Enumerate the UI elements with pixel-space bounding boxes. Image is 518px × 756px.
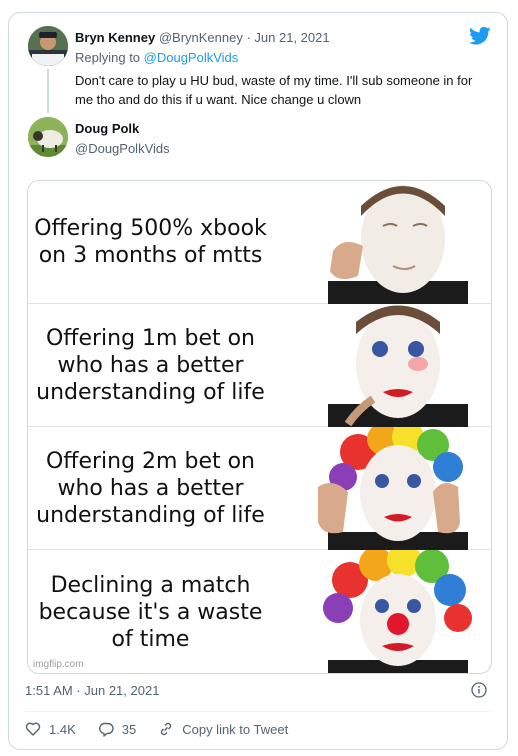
clown-stage-1-illustration (328, 185, 468, 304)
like-button[interactable]: 1.4K (25, 721, 76, 737)
divider (25, 711, 491, 712)
replying-to-prefix: Replying to (75, 50, 144, 65)
reply-tweet-text: Don't care to play u HU bud, waste of my… (75, 73, 473, 107)
reply-date[interactable]: · Jun 21, 2021 (243, 30, 329, 45)
embedded-tweet: Bryn Kenney @BrynKenney · Jun 21, 2021 R… (8, 12, 508, 750)
twitter-bird-icon[interactable] (469, 26, 491, 46)
replying-to-link[interactable]: @DougPolkVids (144, 50, 239, 65)
link-icon (161, 722, 172, 736)
clown-stage-4-illustration (323, 550, 472, 673)
replying-to-line: Replying to @DougPolkVids (75, 50, 238, 65)
copy-link-label: Copy link to Tweet (182, 721, 289, 737)
meme-panel-text: Offering 2m bet on who has a better unde… (36, 448, 265, 528)
reply-author-name[interactable]: Bryn Kenney (75, 30, 155, 45)
thread-line (47, 69, 49, 113)
info-icon[interactable] (471, 682, 487, 698)
bryn-kenney-avatar[interactable] (28, 26, 68, 66)
meme-panel-text: Offering 1m bet on who has a better unde… (36, 325, 265, 405)
reply-count: 35 (121, 721, 137, 737)
doug-polk-avatar[interactable] (28, 117, 68, 157)
reply-button[interactable]: 35 (98, 721, 136, 737)
meme-panel-text: Offering 500% xbook on 3 months of mtts (34, 216, 267, 268)
meme-panel: Declining a match because it's a waste o… (28, 550, 491, 673)
author-name[interactable]: Doug Polk (75, 121, 139, 136)
copy-link-button[interactable]: Copy link to Tweet (158, 721, 288, 737)
like-count: 1.4K (49, 721, 76, 737)
meme-watermark: imgflip.com (33, 659, 84, 670)
reply-author-line: Bryn Kenney @BrynKenney · Jun 21, 2021 (75, 30, 330, 45)
tweet-actions: 1.4K 35 Copy link to Tweet (25, 717, 310, 741)
clown-stage-2-illustration (328, 305, 468, 427)
meme-panel: Offering 500% xbook on 3 months of mtts (28, 181, 491, 304)
meme-image[interactable]: Offering 500% xbook on 3 months of mtts … (27, 180, 492, 674)
tweet-timestamp[interactable]: 1:51 AM · Jun 21, 2021 (25, 683, 159, 698)
meme-panel-text: Declining a match because it's a waste o… (38, 572, 263, 652)
heart-icon (25, 722, 41, 736)
clown-stage-3-illustration (318, 427, 468, 550)
author-handle[interactable]: @DougPolkVids (75, 141, 170, 156)
reply-author-handle[interactable]: @BrynKenney (159, 30, 243, 45)
reply-icon (98, 722, 114, 737)
meme-panel: Offering 2m bet on who has a better unde… (28, 427, 491, 550)
meme-panel: Offering 1m bet on who has a better unde… (28, 304, 491, 427)
